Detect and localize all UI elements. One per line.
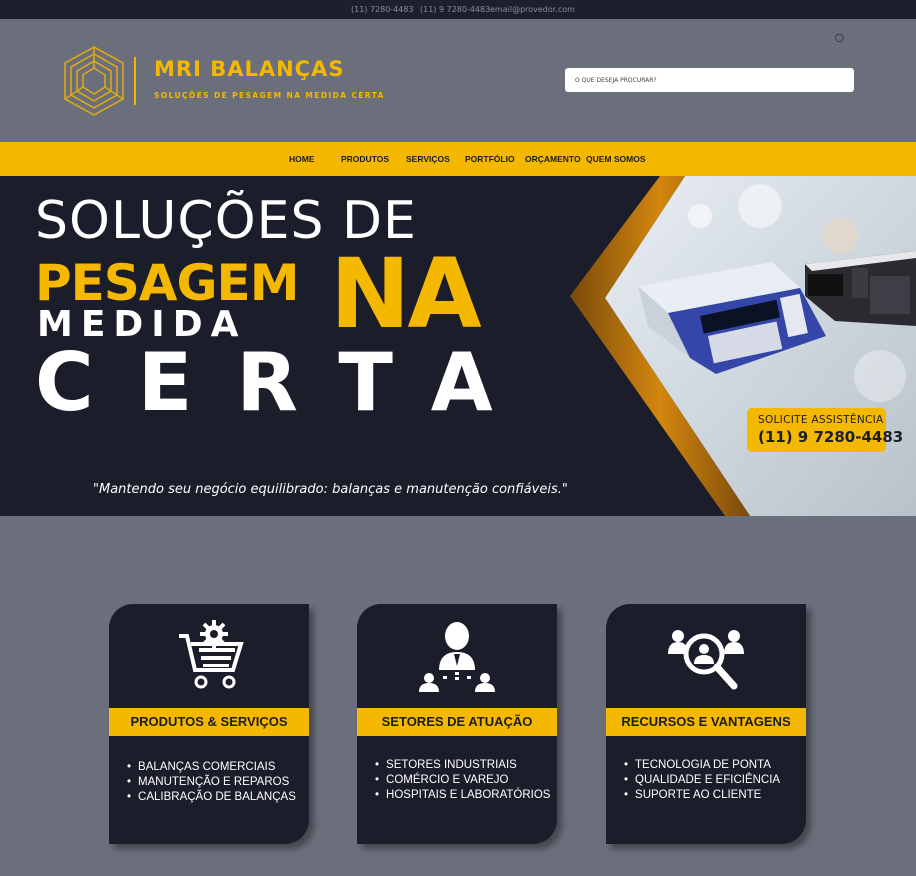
list-item: SETORES INDUSTRIAIS bbox=[375, 758, 550, 773]
list-item: CALIBRAÇÃO DE BALANÇAS bbox=[127, 790, 296, 805]
nav-item-orcamento[interactable]: ORÇAMENTO bbox=[525, 154, 581, 164]
cart-gear-icon bbox=[179, 620, 244, 689]
card-title: RECURSOS E VANTAGENS bbox=[621, 714, 791, 729]
list-item: HOSPITAIS E LABORATÓRIOS bbox=[375, 788, 550, 803]
site-header: MRI BALANÇAS SOLUÇÕES DE PESAGEM NA MEDI… bbox=[0, 19, 916, 142]
nav-item-produtos[interactable]: PRODUTOS bbox=[341, 154, 389, 164]
list-item: BALANÇAS COMERCIAIS bbox=[127, 760, 296, 775]
nav-item-servicos[interactable]: SERVIÇOS bbox=[406, 154, 450, 164]
hero-line-4: NA bbox=[330, 238, 482, 350]
business-people-icon bbox=[419, 622, 495, 692]
nav-item-quem-somos[interactable]: QUEM SOMOS bbox=[586, 154, 646, 164]
logo-hexagon-icon[interactable] bbox=[62, 45, 126, 117]
nav-item-home[interactable]: HOME bbox=[289, 154, 315, 164]
list-item: SUPORTE AO CLIENTE bbox=[624, 788, 780, 803]
top-contact-bar: (11) 7280-4483 (11) 9 7280-4483 email@pr… bbox=[0, 0, 916, 19]
assistance-phone: (11) 9 7280-4483 bbox=[758, 428, 904, 446]
topbar-phone-1[interactable]: (11) 7280-4483 bbox=[351, 5, 414, 14]
card-title-band: SETORES DE ATUAÇÃO bbox=[357, 708, 557, 736]
list-item: MANUTENÇÃO E REPAROS bbox=[127, 775, 296, 790]
card-title: PRODUTOS & SERVIÇOS bbox=[130, 714, 288, 729]
list-item: QUALIDADE E EFICIÊNCIA bbox=[624, 773, 780, 788]
list-item: TECNOLOGIA DE PONTA bbox=[624, 758, 780, 773]
hero-quote: "Mantendo seu negócio equilibrado: balan… bbox=[93, 482, 568, 497]
card-setores-atuacao[interactable]: SETORES DE ATUAÇÃO SETORES INDUSTRIAIS C… bbox=[357, 604, 557, 844]
hero-line-5: CERTA bbox=[35, 336, 537, 429]
topbar-phone-2[interactable]: (11) 9 7280-4483 bbox=[420, 5, 490, 14]
brand-tagline: SOLUÇÕES DE PESAGEM NA MEDIDA CERTA bbox=[154, 91, 385, 100]
card-list: TECNOLOGIA DE PONTA QUALIDADE E EFICIÊNC… bbox=[624, 758, 780, 803]
card-list: BALANÇAS COMERCIAIS MANUTENÇÃO E REPAROS… bbox=[127, 760, 296, 805]
assistance-label: SOLICITE ASSISTÊNCIA bbox=[758, 414, 884, 426]
main-nav: HOME PRODUTOS SERVIÇOS PORTFÓLIO ORÇAMEN… bbox=[0, 142, 916, 176]
brand-name[interactable]: MRI BALANÇAS bbox=[154, 57, 344, 81]
card-produtos-servicos[interactable]: PRODUTOS & SERVIÇOS BALANÇAS COMERCIAIS … bbox=[109, 604, 309, 844]
user-icon[interactable]: ◯ bbox=[835, 33, 844, 42]
list-item: COMÉRCIO E VAREJO bbox=[375, 773, 550, 788]
card-title-band: RECURSOS E VANTAGENS bbox=[606, 708, 806, 736]
assistance-button[interactable]: SOLICITE ASSISTÊNCIA (11) 9 7280-4483 bbox=[747, 408, 903, 452]
logo-divider bbox=[134, 57, 136, 105]
hero-banner: SOLUÇÕES DE PESAGEM MEDIDA NA CERTA "Man… bbox=[0, 176, 916, 516]
card-list: SETORES INDUSTRIAIS COMÉRCIO E VAREJO HO… bbox=[375, 758, 550, 803]
search-people-icon bbox=[668, 630, 744, 690]
card-title-band: PRODUTOS & SERVIÇOS bbox=[109, 708, 309, 736]
nav-item-portfolio[interactable]: PORTFÓLIO bbox=[465, 154, 515, 164]
card-title: SETORES DE ATUAÇÃO bbox=[381, 714, 533, 729]
topbar-email[interactable]: email@provedor.com bbox=[490, 5, 575, 14]
search-input[interactable] bbox=[565, 68, 854, 92]
card-recursos-vantagens[interactable]: RECURSOS E VANTAGENS TECNOLOGIA DE PONTA… bbox=[606, 604, 806, 844]
